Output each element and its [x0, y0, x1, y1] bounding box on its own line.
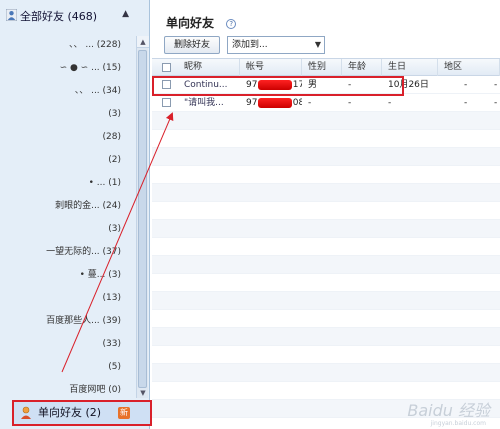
table-row-empty — [152, 256, 500, 274]
cell-birthday: 10月26日 — [388, 80, 429, 90]
account-suffix: 17 — [292, 80, 302, 90]
group-item[interactable]: • 蔓... (3) — [0, 264, 149, 287]
select-all-checkbox[interactable] — [162, 63, 171, 72]
group-item[interactable]: (3) — [0, 103, 149, 126]
cell-account: 97xxxx08 — [240, 94, 302, 112]
column-account[interactable]: 帐号 — [240, 59, 302, 76]
cell-nickname: "请叫我... — [184, 98, 224, 108]
friend-table: 昵称 帐号 性别 年龄 生日 地区 Continu... 97xxxx17 男 … — [152, 58, 500, 429]
cell-age: - — [348, 80, 352, 90]
cell-account: 97xxxx17 — [240, 76, 302, 94]
cell-region: - — [464, 80, 468, 90]
group-item[interactable]: 百度网吧 (0) — [0, 379, 149, 402]
group-item[interactable]: 、、 ... (34) — [0, 80, 149, 103]
column-gender[interactable]: 性别 — [302, 59, 342, 76]
group-item[interactable]: 、、 ... (228) — [0, 34, 149, 57]
oneway-friends-group[interactable]: 单向好友 (2) 新 — [12, 400, 152, 426]
table-row[interactable]: Continu... 97xxxx17 男 - 10月26日 - - — [152, 76, 500, 94]
account-suffix: 08 — [292, 98, 302, 108]
table-row-empty — [152, 130, 500, 148]
table-row-empty — [152, 166, 500, 184]
scroll-down-icon[interactable]: ▼ — [137, 388, 149, 398]
cell-nickname: Continu... — [184, 80, 228, 90]
group-item[interactable]: 刺眼的金... (24) — [0, 195, 149, 218]
table-row-empty — [152, 364, 500, 382]
account-prefix: 97 — [246, 80, 258, 90]
scroll-up-icon[interactable]: ▲ — [137, 36, 149, 48]
toolbar: 删除好友 添加到... ▼ — [152, 34, 500, 56]
group-sidebar: 全部好友 (468) ▲ 、、 ... (228) ∽ ● ∽ ... (15)… — [0, 0, 150, 429]
panel-title-bar: 单向好友 ? — [152, 0, 500, 34]
column-nickname[interactable]: 昵称 — [178, 59, 240, 76]
cell-extra: - — [494, 98, 498, 108]
delete-friend-button[interactable]: 删除好友 — [164, 36, 220, 54]
all-friends-header[interactable]: 全部好友 (468) ▲ — [0, 0, 149, 34]
group-item[interactable]: (33) — [0, 333, 149, 356]
table-row-empty — [152, 220, 500, 238]
friend-list-panel: 单向好友 ? 删除好友 添加到... ▼ 昵称 帐号 性别 年龄 生日 地区 C… — [152, 0, 500, 429]
row-checkbox[interactable] — [162, 98, 171, 107]
group-item[interactable]: (28) — [0, 126, 149, 149]
cell-region: - — [464, 98, 468, 108]
group-item[interactable]: 一望无际的... (37) — [0, 241, 149, 264]
add-to-group-select[interactable]: 添加到... ▼ — [227, 36, 325, 54]
table-row-empty — [152, 238, 500, 256]
oneway-friends-label: 单向好友 (2) — [38, 406, 102, 419]
cell-gender: 男 — [308, 80, 318, 90]
add-to-group-value: 添加到... — [232, 40, 268, 50]
table-row-empty — [152, 202, 500, 220]
group-item[interactable]: (3) — [0, 218, 149, 241]
group-item[interactable]: 百度那些人... (39) — [0, 310, 149, 333]
account-prefix: 97 — [246, 98, 258, 108]
cell-age: - — [348, 98, 352, 108]
collapse-caret-icon[interactable]: ▲ — [122, 9, 129, 19]
group-item[interactable]: ∽ ● ∽ ... (15) — [0, 57, 149, 80]
table-row-empty — [152, 184, 500, 202]
user-icon — [6, 9, 17, 21]
group-list: 、、 ... (228) ∽ ● ∽ ... (15) 、、 ... (34) … — [0, 34, 149, 402]
column-region[interactable]: 地区 — [438, 59, 500, 76]
cell-gender: - — [308, 98, 312, 108]
table-row-empty — [152, 148, 500, 166]
table-row-empty — [152, 112, 500, 130]
group-item[interactable]: (5) — [0, 356, 149, 379]
oneway-friend-icon — [21, 406, 31, 419]
column-age[interactable]: 年龄 — [342, 59, 382, 76]
table-row-empty — [152, 310, 500, 328]
watermark-sub: jingyan.baidu.com — [430, 420, 486, 427]
cell-extra: - — [494, 80, 498, 90]
help-icon[interactable]: ? — [226, 19, 237, 29]
table-row-empty — [152, 328, 500, 346]
sidebar-scrollbar[interactable]: ▲ ▼ — [136, 36, 149, 398]
group-item[interactable]: (2) — [0, 149, 149, 172]
table-row[interactable]: "请叫我... 97xxxx08 - - - - - — [152, 94, 500, 112]
page-title: 单向好友 — [166, 16, 215, 30]
group-item[interactable]: • ... (1) — [0, 172, 149, 195]
table-row-empty — [152, 292, 500, 310]
scroll-thumb[interactable] — [138, 50, 147, 388]
all-friends-label: 全部好友 (468) — [20, 10, 98, 23]
column-birthday[interactable]: 生日 — [382, 59, 438, 76]
table-row-empty — [152, 346, 500, 364]
watermark: Baidu 经验 — [407, 401, 490, 420]
new-badge: 新 — [118, 407, 130, 419]
redaction-mark: xxxx — [258, 98, 292, 108]
table-header: 昵称 帐号 性别 年龄 生日 地区 — [152, 58, 500, 76]
cell-birthday: - — [388, 98, 392, 108]
table-row-empty — [152, 274, 500, 292]
chevron-down-icon[interactable]: ▼ — [315, 37, 321, 53]
redaction-mark: xxxx — [258, 80, 292, 90]
row-checkbox[interactable] — [162, 80, 171, 89]
group-item[interactable]: (13) — [0, 287, 149, 310]
